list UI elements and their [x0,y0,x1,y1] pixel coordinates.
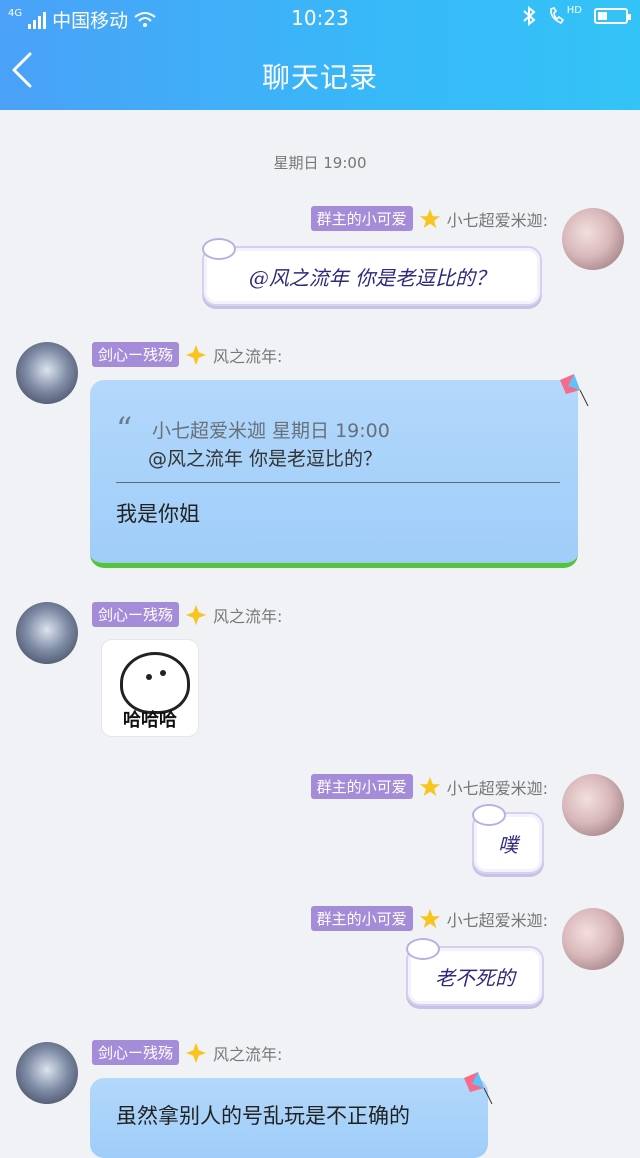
kite-icon [464,1072,493,1105]
sender-name: 风之流年: [213,1044,283,1064]
sender-name: 小七超爱米迦: [446,778,548,798]
chat-timestamp: 星期日 19:00 [273,154,367,172]
avatar[interactable] [16,1042,78,1104]
page-title: 聊天记录 [261,61,378,94]
member-badge: 群主的小可爱 [310,774,413,799]
member-badge: 剑心ー残殇 [92,602,180,627]
star-icon [419,208,440,228]
message-text: @风之流年 你是老逗比的？ [248,265,496,290]
message-text: 老不死的 [435,965,515,990]
hd-label: HD [566,4,582,16]
message-text: 虽然拿别人的号乱玩是不正确的 [116,1104,410,1128]
sticker-eye [146,674,152,680]
quote-author: 小七超爱米迦 星期日 19:00 [152,420,390,442]
bubble-decoration [202,238,236,260]
bubble-decoration [406,938,440,960]
sender-name: 风之流年: [213,606,283,626]
avatar[interactable] [16,602,78,664]
sticker-text: 哈哈哈 [123,710,177,731]
message-text: 噗 [498,832,518,857]
member-badge: 剑心ー残殇 [92,342,180,367]
message-bubble[interactable]: 虽然拿别人的号乱玩是不正确的 [90,1078,488,1158]
sender-name: 小七超爱米迦: [446,910,548,930]
message-bubble[interactable]: 老不死的 [406,938,544,1006]
message-meta: 群主的小可爱 小七超爱米迦: [310,206,548,231]
avatar[interactable] [562,908,624,970]
battery-icon [594,8,631,24]
quote-text: @风之流年 你是老逗比的？ [148,448,383,470]
hd-call-icon [549,7,564,25]
message-meta: 群主的小可爱 小七超爱米迦: [310,774,548,799]
header: 4G 中国移动 10:23 HD 聊天记录 [0,0,640,110]
avatar[interactable] [562,774,624,836]
nav-bar: 聊天记录 [0,48,640,98]
kite-icon [560,374,589,407]
sender-name: 小七超爱米迦: [446,210,548,230]
bubble-decoration [472,804,506,826]
message-bubble[interactable]: “ 小七超爱米迦 星期日 19:00 @风之流年 你是老逗比的？ 我是你姐 [90,380,578,568]
message-bubble[interactable]: 噗 [472,804,544,874]
sticker-face [120,652,190,714]
avatar[interactable] [562,208,624,270]
star-icon [419,908,440,928]
diamond-star-icon [185,1042,207,1063]
member-badge: 群主的小可爱 [310,906,413,931]
sticker-image[interactable]: 哈哈哈 [102,640,198,736]
message-meta: 剑心ー残殇 风之流年: [92,342,282,367]
message-bubble[interactable]: @风之流年 你是老逗比的？ [202,238,542,306]
bluetooth-icon [523,6,536,26]
member-badge: 群主的小可爱 [310,206,413,231]
member-badge: 剑心ー残殇 [92,1040,180,1065]
message-meta: 群主的小可爱 小七超爱米迦: [310,906,548,931]
sticker-eye [160,670,166,676]
status-bar: 4G 中国移动 10:23 HD [0,0,640,36]
diamond-star-icon [185,344,207,365]
sender-name: 风之流年: [213,346,283,366]
quote-divider [116,482,560,483]
diamond-star-icon [185,604,207,625]
message-text: 我是你姐 [116,502,200,526]
quote-icon: “ [116,410,133,448]
message-meta: 剑心ー残殇 风之流年: [92,602,282,627]
avatar[interactable] [16,342,78,404]
message-meta: 剑心ー残殇 风之流年: [92,1040,282,1065]
star-icon [419,776,440,796]
